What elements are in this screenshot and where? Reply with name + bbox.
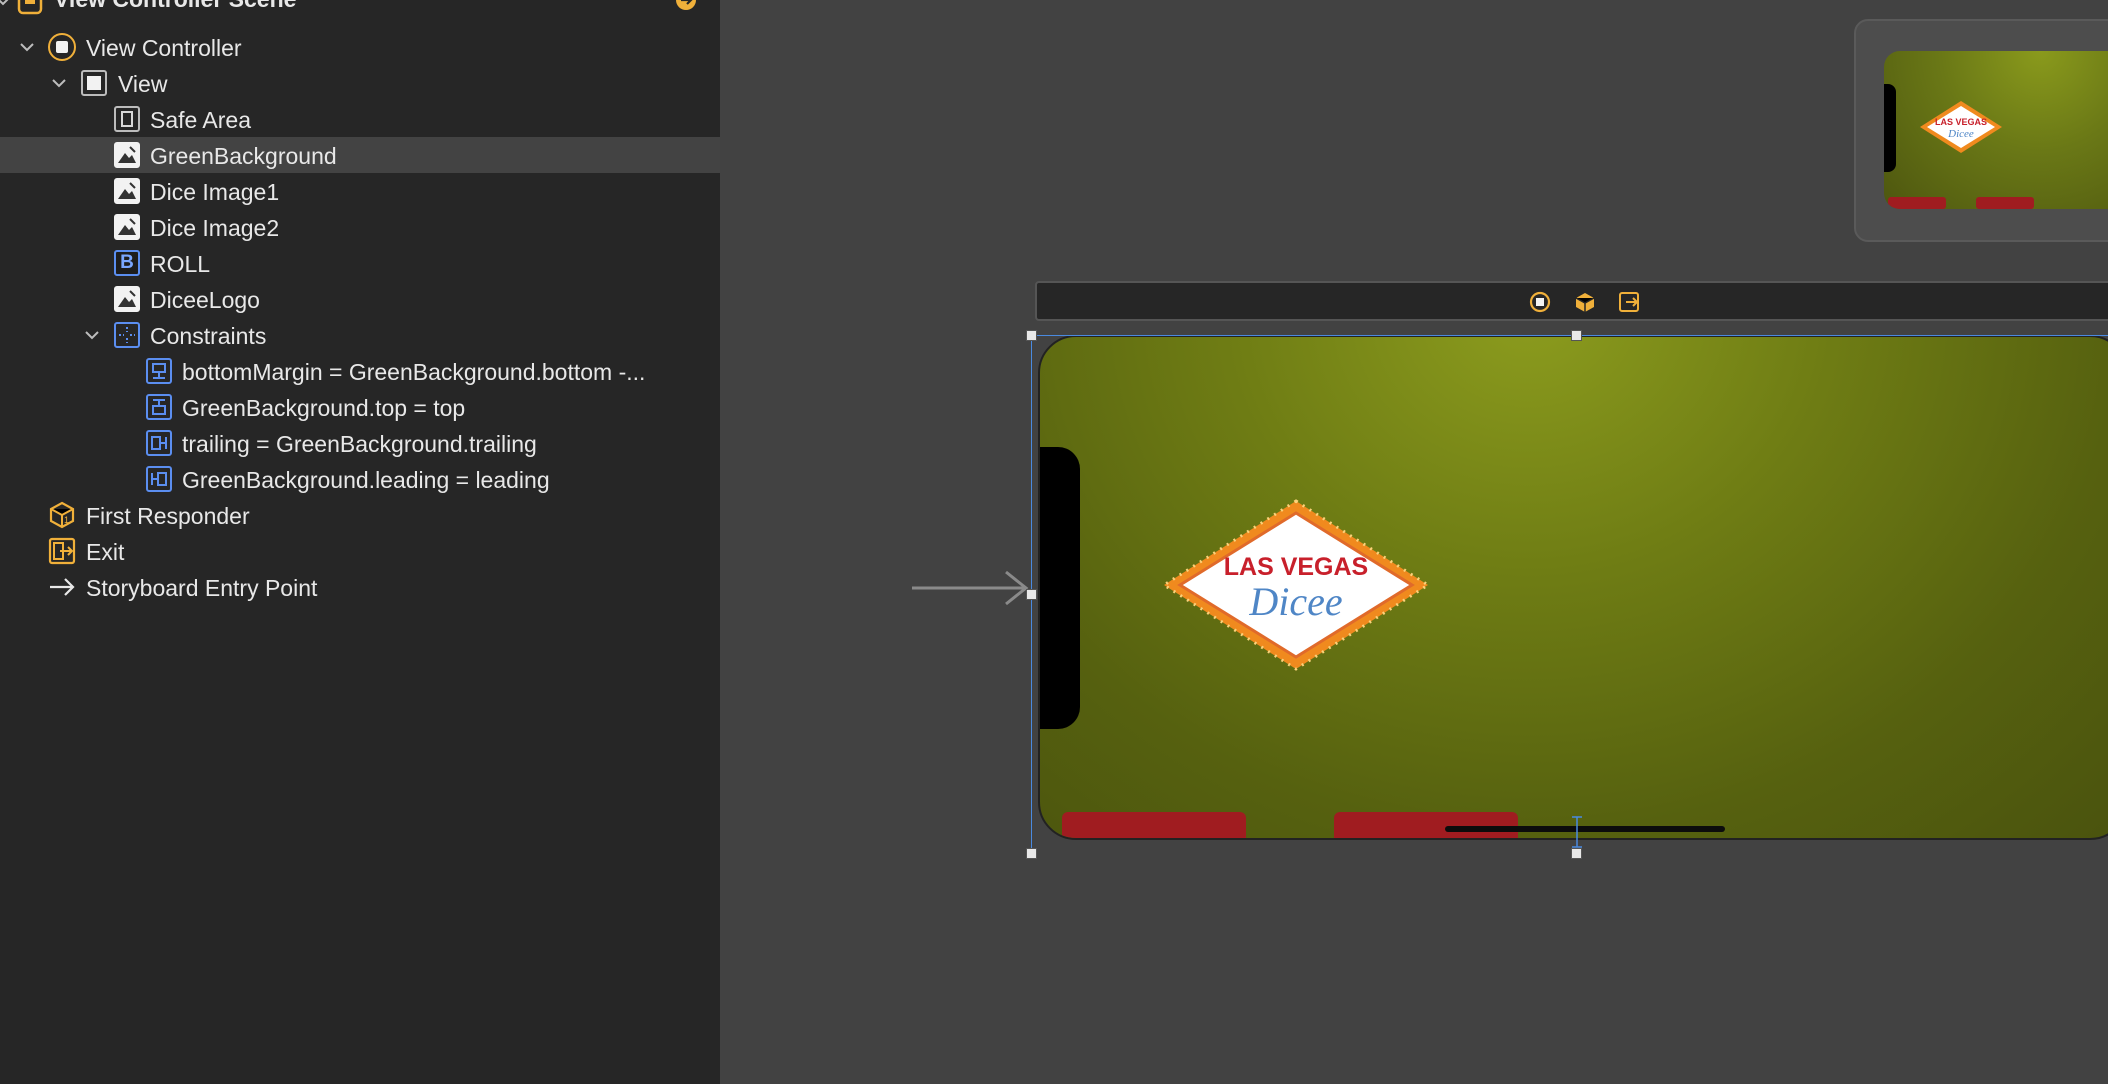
outline-item-constraint-trailing[interactable]: trailing = GreenBackground.trailing	[0, 425, 720, 461]
outline-item-view[interactable]: View	[0, 65, 720, 101]
outline-item-label: GreenBackground	[150, 143, 337, 169]
outline-item-label: Exit	[86, 539, 125, 565]
outline-item-label: bottomMargin = GreenBackground.bottom -.…	[182, 359, 646, 385]
minimap-logo: LAS VEGAS Dicee	[1920, 101, 2002, 153]
outline-item-label: GreenBackground.top = top	[182, 395, 466, 421]
image-view-icon	[113, 177, 141, 205]
minimap-logo-line1: LAS VEGAS	[1935, 117, 1987, 127]
outline-item-label: GreenBackground.leading = leading	[182, 467, 550, 493]
outline-item-label: Dice Image1	[150, 179, 280, 205]
outline-item-label: Constraints	[150, 323, 267, 349]
outline-item-constraint-top[interactable]: GreenBackground.top = top	[0, 389, 720, 425]
outline-item-dice-image2[interactable]: Dice Image2	[0, 209, 720, 245]
view-controller-icon	[48, 33, 76, 61]
resize-handle-top-left[interactable]	[1026, 330, 1037, 341]
scene-dock[interactable]	[1035, 281, 2108, 321]
outline-item-label: Safe Area	[150, 107, 252, 133]
notch	[1040, 447, 1080, 729]
outline-item-green-background[interactable]: GreenBackground	[0, 137, 720, 173]
image-view-icon	[113, 141, 141, 169]
chevron-down-icon[interactable]	[18, 38, 36, 56]
outline-item-storyboard-entry-point[interactable]: Storyboard Entry Point	[0, 569, 720, 605]
scene-minimap[interactable]: LAS VEGAS Dicee	[1854, 19, 2108, 242]
minimap-roll-left	[1888, 197, 1946, 209]
button-glyph: B	[120, 252, 134, 273]
logo-line2: Dicee	[1248, 579, 1342, 624]
dock-first-responder-icon[interactable]	[1574, 291, 1596, 318]
outline-item-constraint-bottom[interactable]: bottomMargin = GreenBackground.bottom -.…	[0, 353, 720, 389]
document-outline: View Controller Scene View Controller Vi…	[0, 0, 720, 1084]
minimap-roll-right	[1976, 197, 2034, 209]
dicee-logo[interactable]: LAS VEGAS Dicee	[1160, 497, 1432, 673]
logo-line1: LAS VEGAS	[1224, 553, 1368, 581]
resize-handle-middle-left[interactable]	[1026, 589, 1037, 600]
resize-handle-top-center[interactable]	[1571, 330, 1582, 341]
svg-text:1: 1	[64, 515, 69, 525]
resize-handle-bottom-left[interactable]	[1026, 848, 1037, 859]
dock-exit-icon[interactable]	[1618, 291, 1640, 318]
outline-item-label: Dice Image2	[150, 215, 280, 241]
dice-image1-placeholder[interactable]	[1062, 812, 1246, 838]
outline-item-label: ROLL	[150, 251, 211, 277]
scene-icon	[16, 0, 44, 16]
outline-item-label: trailing = GreenBackground.trailing	[182, 431, 537, 457]
arrow-right-icon	[48, 573, 76, 601]
view-icon	[80, 69, 108, 97]
outline-item-constraint-leading[interactable]: GreenBackground.leading = leading	[0, 461, 720, 497]
constraints-icon	[113, 321, 141, 349]
outline-item-roll[interactable]: B ROLL	[0, 245, 720, 281]
image-view-icon	[113, 213, 141, 241]
outline-item-dicee-logo[interactable]: DiceeLogo	[0, 281, 720, 317]
home-indicator	[1445, 826, 1725, 832]
chevron-down-icon[interactable]	[83, 326, 101, 344]
exit-icon	[48, 537, 76, 565]
resize-handle-bottom-center[interactable]	[1571, 848, 1582, 859]
outline-item-exit[interactable]: Exit	[0, 533, 720, 569]
iphone-landscape-frame[interactable]: LAS VEGAS Dicee	[1038, 335, 2108, 840]
entry-point-arrow-icon[interactable]	[910, 568, 1030, 608]
minimap-notch	[1884, 84, 1896, 172]
outline-item-dice-image1[interactable]: Dice Image1	[0, 173, 720, 209]
scene-exit-badge-icon[interactable]	[672, 0, 700, 14]
chevron-down-icon[interactable]	[0, 0, 12, 11]
button-icon: B	[113, 249, 141, 277]
safe-area-icon	[113, 105, 141, 133]
outline-item-first-responder[interactable]: 1 First Responder	[0, 497, 720, 533]
outline-item-safe-area[interactable]: Safe Area	[0, 101, 720, 137]
minimap-logo-line2: Dicee	[1947, 128, 1974, 140]
dock-view-controller-icon[interactable]	[1529, 291, 1551, 318]
outline-item-constraints[interactable]: Constraints	[0, 317, 720, 353]
constraint-bottom-icon	[145, 357, 173, 385]
constraint-leading-icon	[145, 465, 173, 493]
outline-item-label: Storyboard Entry Point	[86, 575, 318, 601]
selection-outline-top	[1031, 335, 2108, 336]
scene-title: View Controller Scene	[54, 0, 296, 13]
storyboard-canvas[interactable]: LAS VEGAS Dicee LAS VEGAS Dicee	[720, 0, 2108, 1084]
constraint-trailing-icon	[145, 429, 173, 457]
outline-item-label: First Responder	[86, 503, 250, 529]
outline-item-view-controller[interactable]: View Controller	[0, 29, 720, 65]
bottom-constraint-icon[interactable]	[1569, 815, 1585, 851]
outline-item-label: DiceeLogo	[150, 287, 260, 313]
first-responder-icon: 1	[48, 501, 76, 529]
outline-item-label: View Controller	[86, 35, 242, 61]
constraint-top-icon	[145, 393, 173, 421]
minimap-phone: LAS VEGAS Dicee	[1884, 51, 2108, 209]
image-view-icon	[113, 285, 141, 313]
outline-item-label: View	[118, 71, 168, 97]
scene-header[interactable]: View Controller Scene	[0, 0, 720, 16]
chevron-down-icon[interactable]	[50, 74, 68, 92]
